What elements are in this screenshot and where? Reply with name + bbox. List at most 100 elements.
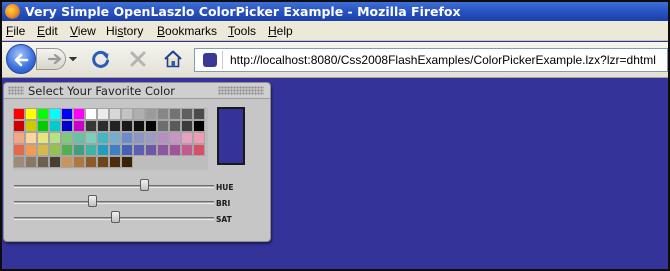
color-swatch[interactable] [181,132,193,144]
reload-icon[interactable] [91,49,111,69]
color-swatch[interactable] [37,108,49,120]
color-swatch[interactable] [193,120,205,132]
color-swatch[interactable] [193,108,205,120]
menu-bookmarks[interactable]: Bookmarks [157,24,217,38]
color-swatch[interactable] [37,144,49,156]
color-swatch[interactable] [25,132,37,144]
color-swatch[interactable] [121,120,133,132]
color-swatch[interactable] [109,156,121,168]
color-swatch[interactable] [145,144,157,156]
color-swatch[interactable] [49,156,61,168]
color-swatch[interactable] [25,120,37,132]
history-dropdown-icon[interactable] [68,55,78,63]
color-swatch[interactable] [133,132,145,144]
color-swatch[interactable] [73,156,85,168]
color-swatch[interactable] [97,120,109,132]
color-swatch[interactable] [157,120,169,132]
color-swatch[interactable] [169,120,181,132]
color-swatch[interactable] [145,120,157,132]
color-swatch[interactable] [181,120,193,132]
menu-history[interactable]: History [106,24,143,38]
color-swatch[interactable] [157,108,169,120]
color-swatch[interactable] [37,120,49,132]
color-swatch[interactable] [73,144,85,156]
color-swatch[interactable] [193,144,205,156]
color-swatch[interactable] [13,156,25,168]
address-bar[interactable]: http://localhost:8080/Css2008FlashExampl… [194,48,668,72]
color-swatch[interactable] [181,144,193,156]
color-swatch[interactable] [73,108,85,120]
hue-slider-track[interactable] [14,185,214,188]
menu-tools[interactable]: Tools [228,24,256,38]
color-swatch[interactable] [85,108,97,120]
color-swatch[interactable] [169,144,181,156]
color-swatch[interactable] [133,144,145,156]
saturation-label: SAT [216,215,232,224]
color-swatch[interactable] [25,144,37,156]
color-swatch[interactable] [181,108,193,120]
brightness-slider-thumb[interactable] [88,195,97,207]
color-swatch[interactable] [13,108,25,120]
color-swatch[interactable] [25,156,37,168]
color-swatch[interactable] [49,120,61,132]
color-swatch[interactable] [121,132,133,144]
color-swatch[interactable] [145,132,157,144]
color-swatch[interactable] [13,120,25,132]
color-swatch[interactable] [37,132,49,144]
color-swatch[interactable] [37,156,49,168]
title-bar[interactable]: Very Simple OpenLaszlo ColorPicker Examp… [2,2,668,21]
color-swatch[interactable] [109,132,121,144]
color-swatch[interactable] [133,120,145,132]
stop-icon[interactable] [128,49,148,69]
color-swatch[interactable] [73,132,85,144]
color-swatch[interactable] [13,132,25,144]
color-swatch[interactable] [109,144,121,156]
color-swatch[interactable] [97,144,109,156]
menu-file[interactable]: File [6,24,25,38]
color-swatch[interactable] [85,144,97,156]
color-swatch[interactable] [157,132,169,144]
color-swatch[interactable] [157,144,169,156]
color-swatch[interactable] [169,132,181,144]
picker-title-bar[interactable]: Select Your Favorite Color [4,83,270,99]
brightness-slider[interactable] [14,195,214,207]
color-swatch[interactable] [85,156,97,168]
menu-edit[interactable]: Edit [37,24,58,38]
color-swatch[interactable] [61,132,73,144]
color-swatch[interactable] [169,108,181,120]
color-swatch[interactable] [13,144,25,156]
forward-button[interactable] [36,48,66,70]
saturation-slider-thumb[interactable] [111,211,120,223]
color-swatch[interactable] [61,156,73,168]
color-swatch[interactable] [49,132,61,144]
color-swatch[interactable] [73,120,85,132]
color-swatch[interactable] [49,108,61,120]
hue-slider[interactable] [14,179,214,191]
color-swatch[interactable] [193,132,205,144]
color-swatch[interactable] [61,120,73,132]
menu-view[interactable]: View [70,24,96,38]
color-swatch[interactable] [121,156,133,168]
color-swatch[interactable] [61,144,73,156]
hue-slider-thumb[interactable] [140,179,149,191]
color-swatch[interactable] [49,144,61,156]
color-swatch[interactable] [121,108,133,120]
home-icon[interactable] [162,48,184,70]
color-swatch[interactable] [133,108,145,120]
color-swatch[interactable] [97,132,109,144]
back-button[interactable] [6,44,36,74]
color-swatch[interactable] [145,108,157,120]
color-swatch[interactable] [25,108,37,120]
color-swatch[interactable] [85,120,97,132]
color-swatch[interactable] [109,108,121,120]
menu-help[interactable]: Help [268,24,293,38]
saturation-slider[interactable] [14,211,214,223]
color-swatch[interactable] [121,144,133,156]
color-swatch[interactable] [61,108,73,120]
site-identity-button[interactable] [198,51,223,69]
color-swatch[interactable] [97,108,109,120]
color-swatch[interactable] [85,132,97,144]
color-swatch[interactable] [97,156,109,168]
brightness-slider-track[interactable] [14,201,214,204]
color-swatch[interactable] [109,120,121,132]
